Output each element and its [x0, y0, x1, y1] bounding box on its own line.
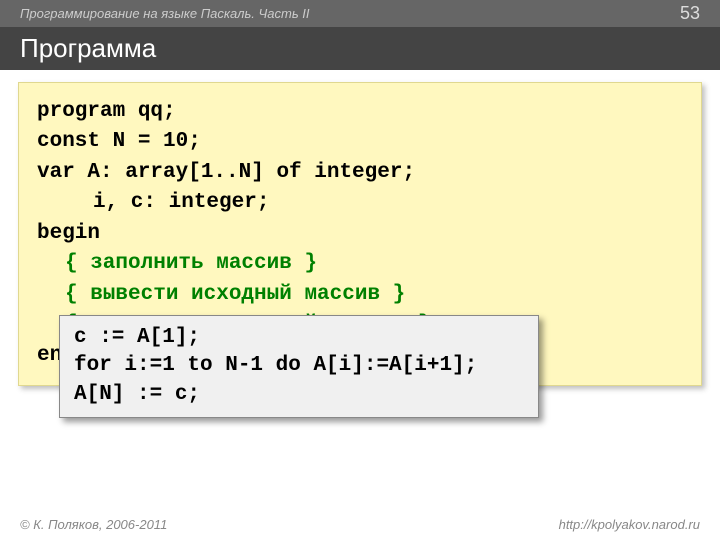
inset-line: for i:=1 to N-1 do A[i]:=A[i+1]; — [74, 352, 524, 380]
page-number: 53 — [680, 3, 700, 24]
inset-code-box: c := A[1]; for i:=1 to N-1 do A[i]:=A[i+… — [59, 315, 539, 418]
code-line: begin — [37, 219, 683, 249]
copyright: © К. Поляков, 2006-2011 — [20, 517, 167, 532]
header-bar: Программирование на языке Паскаль. Часть… — [0, 0, 720, 27]
code-comment: { заполнить массив } — [37, 249, 683, 279]
code-line: const N = 10; — [37, 127, 683, 157]
footer: © К. Поляков, 2006-2011 http://kpolyakov… — [0, 511, 720, 540]
code-comment: { вывести исходный массив } — [37, 280, 683, 310]
breadcrumb: Программирование на языке Паскаль. Часть… — [20, 6, 310, 21]
page-title: Программа — [0, 27, 720, 70]
inset-line: A[N] := c; — [74, 381, 524, 409]
code-block: program qq; const N = 10; var A: array[1… — [18, 82, 702, 386]
code-line: i, c: integer; — [37, 188, 683, 218]
code-line: program qq; — [37, 97, 683, 127]
inset-line: c := A[1]; — [74, 324, 524, 352]
code-line: var A: array[1..N] of integer; — [37, 158, 683, 188]
footer-url: http://kpolyakov.narod.ru — [559, 517, 700, 532]
